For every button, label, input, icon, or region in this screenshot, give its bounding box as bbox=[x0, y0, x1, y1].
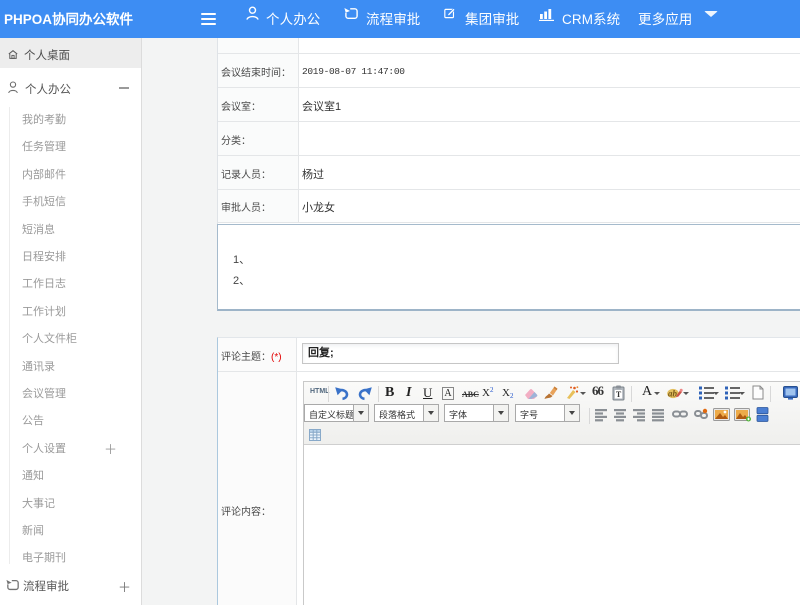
svg-text:T: T bbox=[616, 390, 622, 399]
